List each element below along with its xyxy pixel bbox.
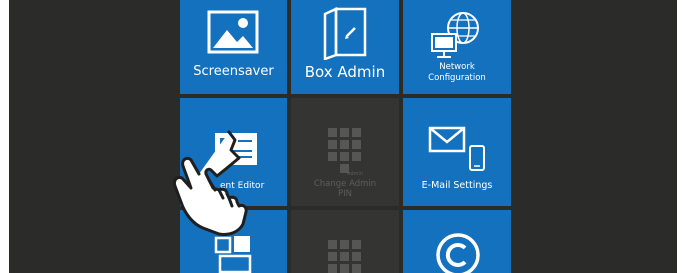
- keypad-icon: [328, 128, 361, 173]
- admin-badge: Admin: [347, 171, 363, 177]
- book-edit-icon: [323, 7, 367, 60]
- change-admin-pin-tile: Admin Change Admin PIN: [291, 98, 399, 206]
- network-configuration-tile[interactable]: Network Configuration: [403, 0, 511, 94]
- menu-panel: Screensaver Box Admin Network Configurat…: [9, 0, 677, 273]
- email-settings-label: E-Mail Settings: [421, 180, 493, 191]
- email-settings-tile[interactable]: E-Mail Settings: [403, 98, 511, 206]
- box-admin-label: Box Admin: [304, 63, 386, 81]
- screensaver-label: Screensaver: [193, 64, 274, 79]
- network-configuration-label-line2: Configuration: [428, 73, 486, 83]
- copyright-tile[interactable]: [403, 210, 511, 273]
- network-configuration-label-line1: Network: [439, 62, 475, 72]
- copyright-icon: [436, 233, 480, 273]
- screensaver-tile[interactable]: Screensaver: [180, 0, 287, 94]
- keypad-icon: [328, 240, 361, 273]
- change-admin-pin-label-line1: Change Admin: [313, 179, 377, 189]
- hand-pointer-icon: [173, 130, 248, 236]
- mail-phone-icon: [428, 126, 485, 171]
- keypad-tile: [291, 210, 399, 273]
- globe-computer-icon: [431, 12, 479, 58]
- image-icon: [207, 10, 259, 54]
- box-admin-tile[interactable]: Box Admin: [291, 0, 399, 94]
- change-admin-pin-label-line2: PIN: [338, 189, 352, 199]
